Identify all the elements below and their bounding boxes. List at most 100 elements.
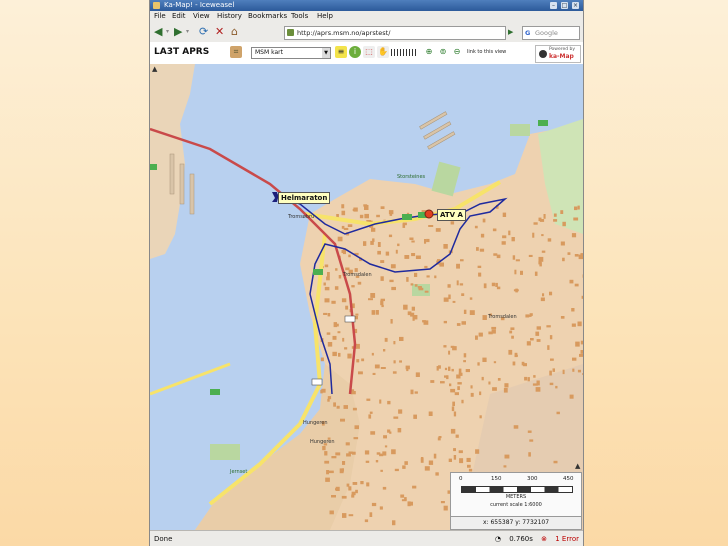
building-block [404, 255, 410, 259]
station-label-helmaraton[interactable]: Helmaraton [278, 192, 331, 204]
building-block [376, 452, 381, 455]
url-input[interactable]: http://aprs.msm.no/aprstest/ [284, 26, 506, 40]
building-block [424, 265, 428, 269]
map-toggle-icon[interactable]: ⌗ [230, 46, 242, 58]
pan-hand-icon[interactable]: ✋ [377, 46, 389, 58]
building-block [390, 264, 396, 269]
building-block [380, 276, 384, 281]
stop-icon[interactable]: ✕ [215, 25, 224, 39]
pan-north-icon[interactable]: ▲ [152, 65, 157, 73]
menu-history[interactable]: History [217, 11, 242, 22]
menu-view[interactable]: View [193, 11, 210, 22]
building-block [457, 386, 460, 390]
station-label-atv[interactable]: ATV A [437, 209, 466, 221]
building-block [352, 407, 357, 411]
building-block [470, 385, 473, 389]
back-dropdown-icon[interactable]: ▾ [166, 25, 169, 39]
maximize-button[interactable]: □ [561, 2, 568, 9]
building-block [402, 222, 407, 226]
building-block [342, 461, 346, 465]
building-block [448, 350, 451, 355]
building-block [357, 281, 362, 285]
building-block [393, 341, 396, 345]
building-block [352, 451, 356, 455]
search-input[interactable]: G Google [522, 26, 580, 40]
link-to-view[interactable]: link to this view [467, 49, 506, 55]
building-block [377, 242, 381, 247]
menu-help[interactable]: Help [317, 11, 333, 22]
info-icon[interactable]: i [349, 46, 361, 58]
building-block [525, 314, 530, 318]
scale-tick-300: 300 [527, 476, 538, 482]
zoom-out-icon[interactable]: ⊖ [451, 46, 463, 58]
zoom-box-icon[interactable]: ⬚ [363, 46, 375, 58]
building-block [475, 335, 478, 340]
building-block [482, 218, 486, 223]
menu-edit[interactable]: Edit [172, 11, 186, 22]
menu-bookmarks[interactable]: Bookmarks [248, 11, 287, 22]
error-icon[interactable]: ⊗ [541, 535, 547, 543]
menu-file[interactable]: File [154, 11, 166, 22]
search-engine-icon[interactable]: G [525, 27, 530, 39]
building-block [553, 460, 558, 464]
kamap-logo[interactable]: Powered by ka-Map [535, 45, 581, 63]
building-block [547, 238, 552, 242]
building-block [443, 244, 448, 249]
zoom-slider[interactable] [391, 49, 417, 56]
legend-icon[interactable]: ≡ [335, 46, 347, 58]
building-block [450, 221, 455, 225]
building-block [413, 414, 417, 419]
atv-station-icon [424, 209, 434, 219]
building-block [374, 364, 380, 369]
building-block [514, 354, 518, 357]
building-block [341, 495, 347, 499]
building-block [382, 451, 387, 456]
building-block [418, 287, 424, 291]
map-label-hungeren-2: Hungeren [310, 439, 335, 445]
back-icon[interactable]: ◀ [154, 25, 162, 39]
building-block [481, 376, 484, 381]
building-block [543, 214, 546, 219]
building-block [352, 482, 358, 485]
forward-icon[interactable]: ▶ [174, 25, 182, 39]
zoom-full-icon[interactable]: ⊚ [437, 46, 449, 58]
building-block [348, 254, 351, 258]
reload-icon[interactable]: ⟳ [199, 25, 208, 39]
building-block [350, 391, 356, 395]
minimize-button[interactable]: – [550, 2, 557, 9]
go-icon[interactable]: ▶ [508, 26, 517, 38]
park-area [510, 124, 530, 136]
building-block [539, 219, 545, 222]
building-block [372, 372, 376, 375]
map-label-hungeren: Hungeren [303, 420, 328, 426]
building-block [463, 353, 467, 358]
building-block [380, 469, 383, 472]
building-block [412, 485, 417, 489]
building-block [477, 265, 482, 268]
building-block [337, 236, 343, 242]
map-viewport[interactable]: Tromsøbru Storsteines Tromsdalen Tromsda… [150, 64, 583, 530]
building-block [353, 437, 359, 440]
layer-select[interactable]: MSM kart ▼ [251, 47, 331, 59]
building-block [478, 272, 482, 277]
building-block [380, 206, 385, 209]
url-text: http://aprs.msm.no/aprstest/ [297, 29, 391, 37]
building-block [326, 332, 331, 335]
pan-east-icon[interactable]: ▲ [575, 462, 580, 470]
home-icon[interactable]: ⌂ [231, 25, 238, 39]
building-block [479, 415, 482, 419]
building-block [370, 293, 376, 298]
building-block [463, 360, 466, 363]
forward-dropdown-icon[interactable]: ▾ [186, 25, 189, 39]
zoom-in-icon[interactable]: ⊕ [423, 46, 435, 58]
menu-tools[interactable]: Tools [291, 11, 308, 22]
app-icon [153, 2, 160, 9]
building-block [491, 282, 496, 287]
map-canvas[interactable] [150, 64, 583, 530]
error-count[interactable]: 1 Error [555, 535, 579, 543]
building-block [398, 409, 403, 414]
building-block [456, 263, 460, 269]
building-block [329, 510, 334, 515]
close-button[interactable]: × [572, 2, 579, 9]
building-block [456, 374, 461, 379]
